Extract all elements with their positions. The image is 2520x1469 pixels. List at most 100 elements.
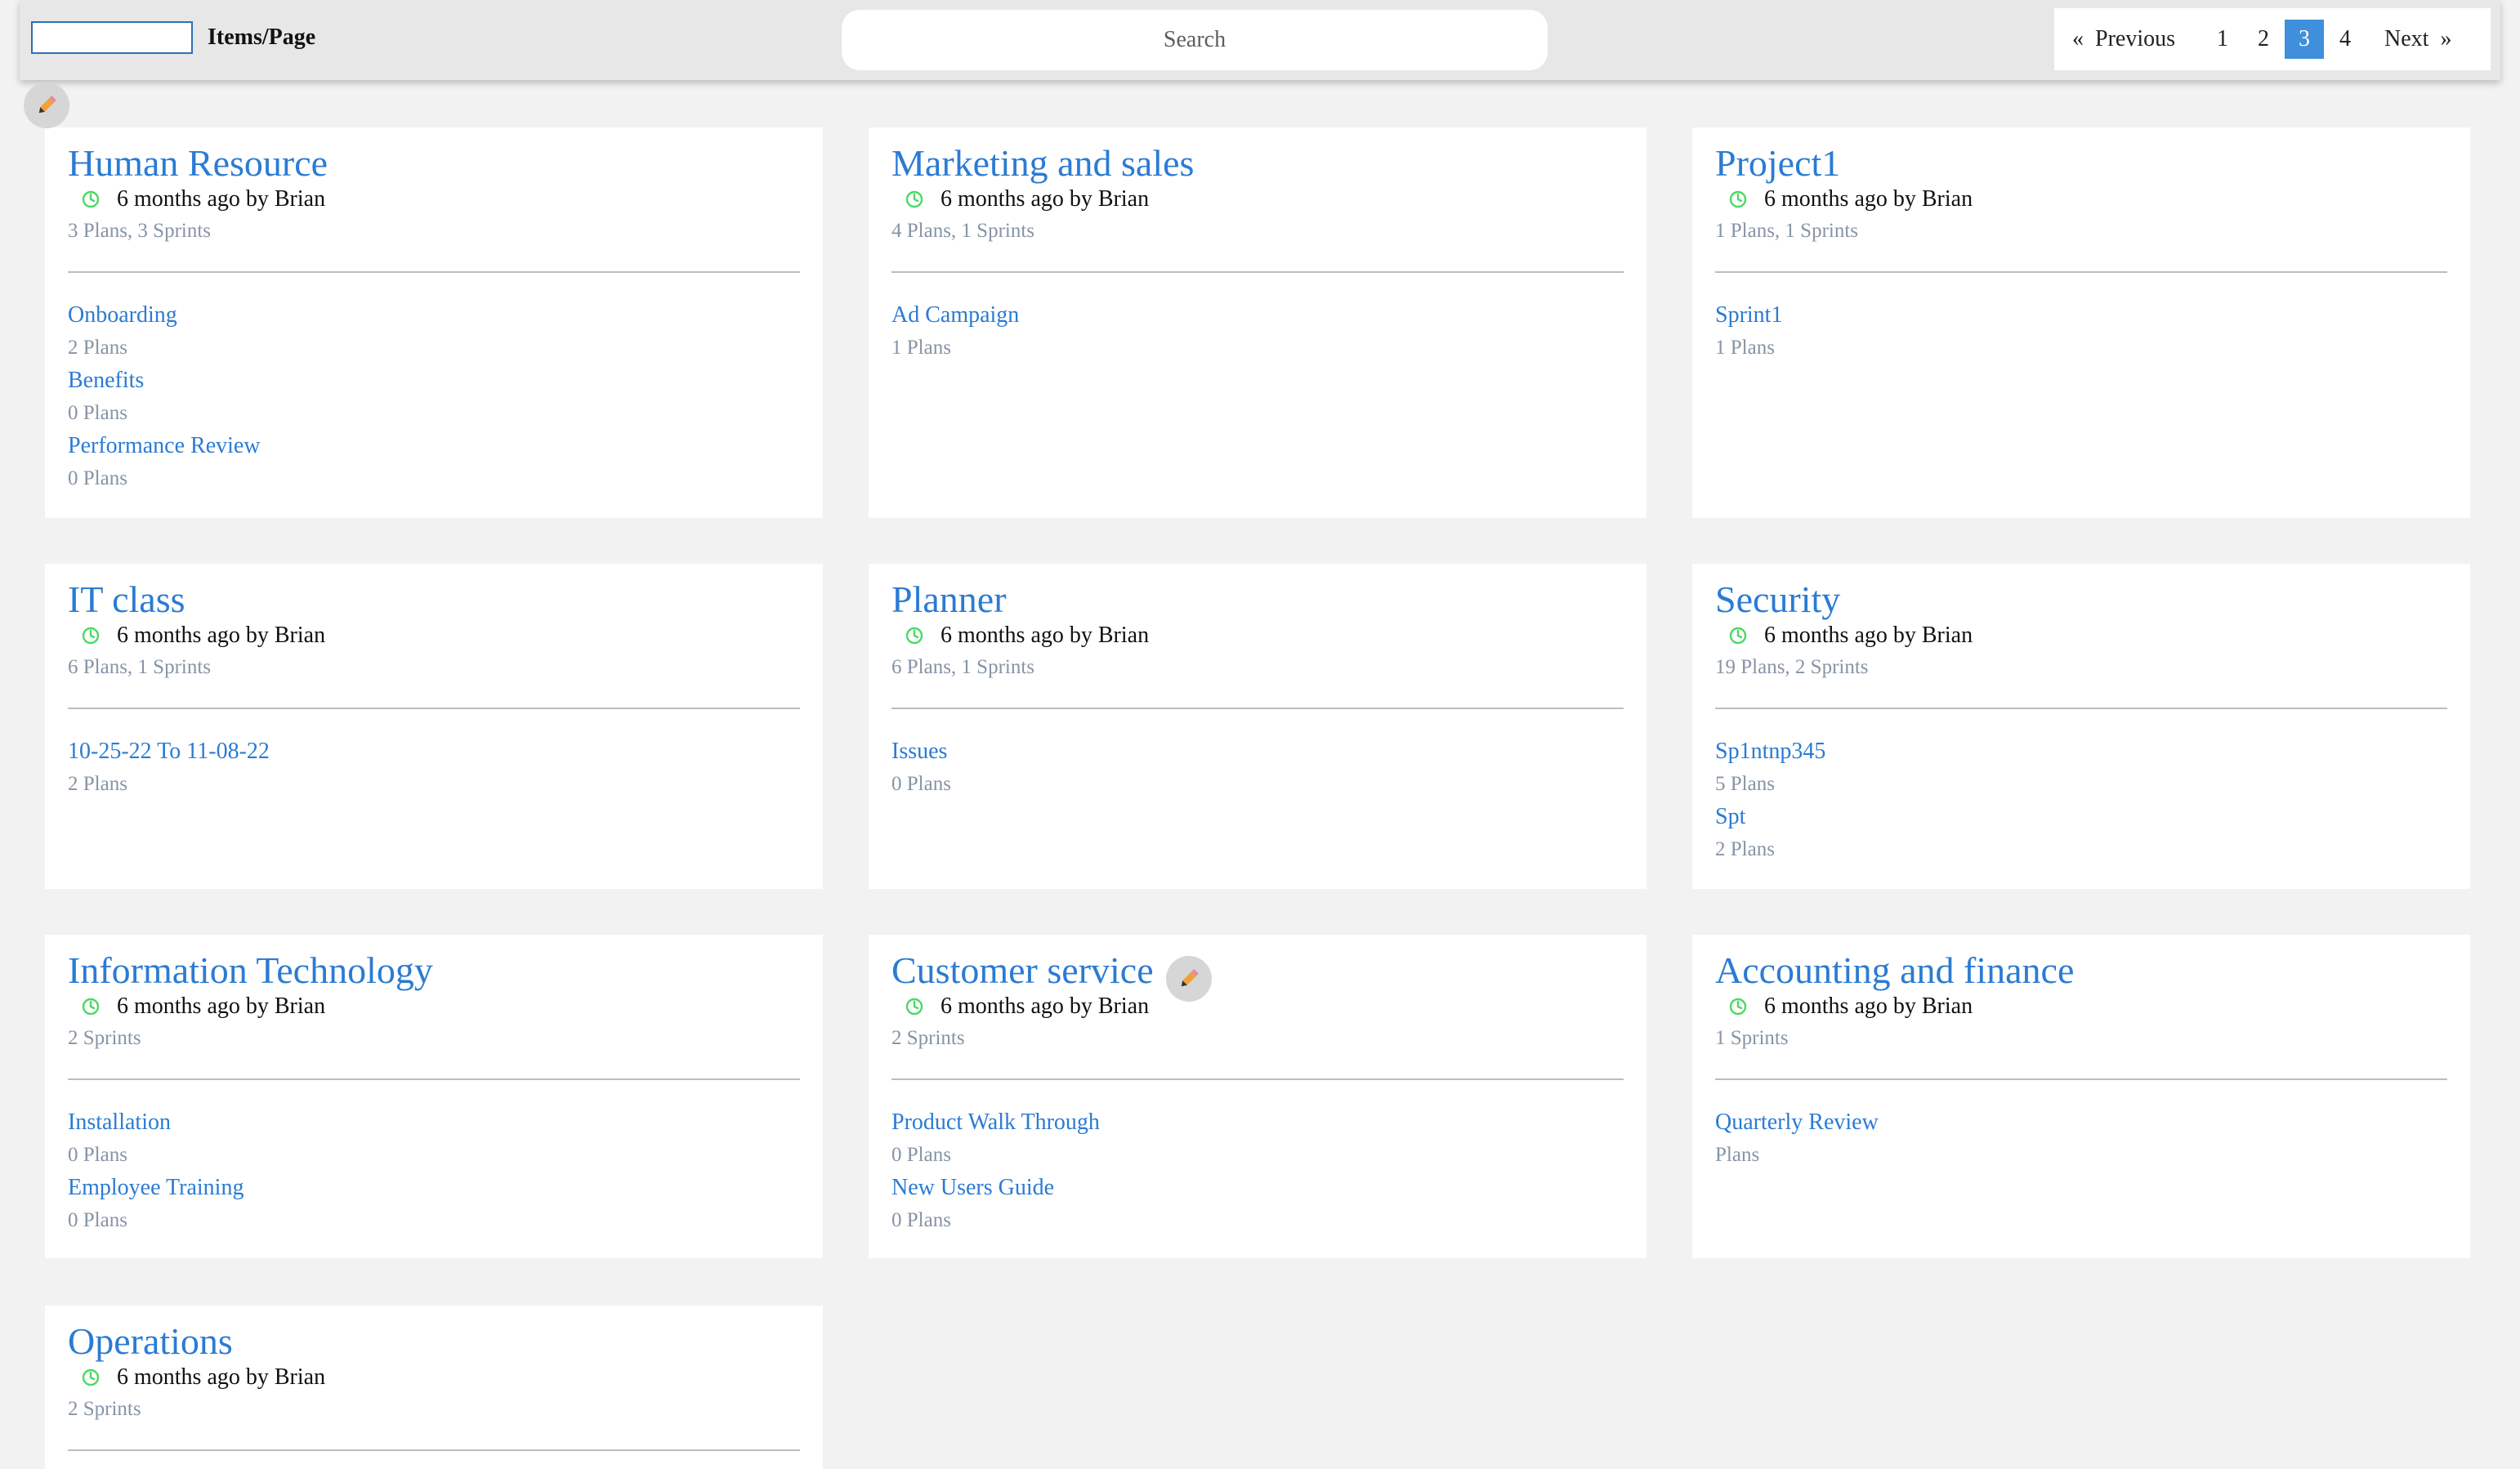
project-card: Marketing and sales 6 months ago by Bria… bbox=[869, 127, 1646, 518]
card-divider bbox=[68, 708, 800, 709]
card-title[interactable]: IT class bbox=[68, 578, 800, 621]
card-title[interactable]: Operations bbox=[68, 1320, 800, 1363]
card-item-link[interactable]: Installation bbox=[68, 1106, 800, 1139]
card-summary: 6 Plans, 1 Sprints bbox=[68, 656, 212, 678]
card-item-link[interactable]: Sp1ntnp345 bbox=[1715, 735, 2447, 768]
card-item-plans: 0 Plans bbox=[68, 1144, 127, 1166]
previous-label: Previous bbox=[2095, 26, 2175, 51]
card-item-plans: 2 Plans bbox=[68, 337, 127, 359]
card-item-plans: 0 Plans bbox=[891, 1209, 951, 1231]
card-meta-text: 6 months ago by Brian bbox=[117, 993, 326, 1019]
clock-icon bbox=[82, 627, 100, 645]
card-item-plans: 1 Plans bbox=[1715, 337, 1775, 359]
next-page-button[interactable]: Next » bbox=[2384, 26, 2463, 52]
project-card: Planner 6 months ago by Brian 6 Plans, 1… bbox=[869, 564, 1646, 889]
card-items: Installation 0 Plans Employee Training 0 Pl… bbox=[68, 1106, 800, 1237]
card-item-link[interactable]: Onboarding bbox=[68, 299, 800, 332]
card-item-plans: Plans bbox=[1715, 1144, 1760, 1166]
card-divider bbox=[68, 1078, 800, 1080]
pencil-icon[interactable] bbox=[24, 83, 69, 128]
clock-icon bbox=[905, 998, 923, 1016]
card-item-link[interactable]: New Users Guide bbox=[891, 1172, 1624, 1204]
card-title[interactable]: Project1 bbox=[1715, 142, 2447, 185]
card-title[interactable]: Information Technology bbox=[68, 949, 800, 992]
card-item-link[interactable]: Issues bbox=[891, 735, 1624, 768]
card-meta: 6 months ago by Brian bbox=[905, 621, 1624, 650]
card-item-link[interactable]: Benefits bbox=[68, 364, 800, 397]
double-chevron-left-icon: « bbox=[2072, 26, 2084, 51]
card-item-link[interactable]: Product Walk Through bbox=[891, 1106, 1624, 1139]
card-meta-text: 6 months ago by Brian bbox=[117, 623, 326, 648]
pencil-icon[interactable] bbox=[1166, 956, 1212, 1002]
card-divider bbox=[891, 271, 1624, 273]
card-meta: 6 months ago by Brian bbox=[1728, 621, 2447, 650]
card-title[interactable]: Accounting and finance bbox=[1715, 949, 2447, 992]
card-items: Onboarding 2 Plans Benefits 0 Plans Performa… bbox=[68, 299, 800, 495]
card-item-plans: 0 Plans bbox=[891, 1144, 951, 1166]
card-items: 10-25-22 To 11-08-22 2 Plans bbox=[68, 735, 800, 801]
items-per-page-label: Items/Page bbox=[208, 25, 316, 50]
card-meta-text: 6 months ago by Brian bbox=[117, 1364, 326, 1390]
card-meta: 6 months ago by Brian bbox=[81, 1363, 800, 1392]
card-item-link[interactable]: Spt bbox=[1715, 801, 2447, 833]
card-item-link[interactable]: Quarterly Review bbox=[1715, 1106, 2447, 1139]
page-3-button[interactable]: 3 bbox=[2285, 20, 2324, 59]
card-items: Sp1ntnp345 5 Plans Spt 2 Plans bbox=[1715, 735, 2447, 866]
card-item-link[interactable]: Performance Review bbox=[68, 430, 800, 462]
project-card: Human Resource 6 months ago by Brian 3 P… bbox=[45, 127, 823, 518]
card-item-plans: 5 Plans bbox=[1715, 773, 1775, 795]
previous-page-button[interactable]: « Previous bbox=[2072, 26, 2175, 52]
card-summary: 6 Plans, 1 Sprints bbox=[891, 656, 1035, 678]
clock-icon bbox=[1729, 627, 1747, 645]
page-1-button[interactable]: 1 bbox=[2203, 20, 2242, 59]
card-divider bbox=[1715, 271, 2447, 273]
clock-icon bbox=[82, 190, 100, 208]
card-summary: 2 Sprints bbox=[68, 1398, 141, 1420]
clock-icon bbox=[82, 998, 100, 1016]
card-divider bbox=[1715, 1078, 2447, 1080]
card-title[interactable]: Marketing and sales bbox=[891, 142, 1624, 185]
clock-icon bbox=[1729, 998, 1747, 1016]
clock-icon bbox=[82, 1369, 100, 1386]
card-divider bbox=[68, 271, 800, 273]
clock-icon bbox=[905, 627, 923, 645]
card-item-plans: 2 Plans bbox=[68, 773, 127, 795]
card-item-link[interactable]: 10-25-22 To 11-08-22 bbox=[68, 735, 800, 768]
card-items: Quarterly Review Plans bbox=[1715, 1106, 2447, 1172]
search-input[interactable] bbox=[842, 10, 1548, 70]
card-title[interactable]: Customer service bbox=[891, 949, 1624, 992]
card-meta-text: 6 months ago by Brian bbox=[1764, 623, 1973, 648]
project-card: Security 6 months ago by Brian 19 Plans,… bbox=[1692, 564, 2470, 889]
card-item-link[interactable]: Employee Training bbox=[68, 1172, 800, 1204]
page-4-button[interactable]: 4 bbox=[2326, 20, 2365, 59]
double-chevron-right-icon: » bbox=[2440, 26, 2452, 51]
card-meta-text: 6 months ago by Brian bbox=[941, 186, 1150, 212]
card-title[interactable]: Planner bbox=[891, 578, 1624, 621]
card-summary: 3 Plans, 3 Sprints bbox=[68, 220, 212, 242]
card-meta: 6 months ago by Brian bbox=[81, 185, 800, 214]
card-divider bbox=[891, 1078, 1624, 1080]
project-card: Project1 6 months ago by Brian 1 Plans, … bbox=[1692, 127, 2470, 518]
page-2-button[interactable]: 2 bbox=[2244, 20, 2283, 59]
card-meta: 6 months ago by Brian bbox=[1728, 992, 2447, 1021]
card-summary: 1 Sprints bbox=[1715, 1027, 1789, 1049]
card-summary: 4 Plans, 1 Sprints bbox=[891, 220, 1035, 242]
project-card: Customer service 6 months ago by Brian 2… bbox=[869, 935, 1646, 1258]
pagination: « Previous 1 2 3 4 Next » bbox=[2054, 8, 2491, 70]
card-item-link[interactable]: Sprint1 bbox=[1715, 299, 2447, 332]
card-divider bbox=[1715, 708, 2447, 709]
card-item-plans: 1 Plans bbox=[891, 337, 951, 359]
project-card: Operations 6 months ago by Brian 2 Sprin… bbox=[45, 1306, 823, 1469]
clock-icon bbox=[1729, 190, 1747, 208]
card-summary: 2 Sprints bbox=[68, 1027, 141, 1049]
card-title[interactable]: Security bbox=[1715, 578, 2447, 621]
card-items: Ad Campaign 1 Plans bbox=[891, 299, 1624, 364]
card-summary: 19 Plans, 2 Sprints bbox=[1715, 656, 1869, 678]
card-meta: 6 months ago by Brian bbox=[1728, 185, 2447, 214]
card-meta-text: 6 months ago by Brian bbox=[117, 186, 326, 212]
items-per-page-input[interactable] bbox=[31, 21, 193, 54]
card-meta: 6 months ago by Brian bbox=[905, 992, 1624, 1021]
card-title[interactable]: Human Resource bbox=[68, 142, 800, 185]
card-item-link[interactable]: Ad Campaign bbox=[891, 299, 1624, 332]
card-divider bbox=[68, 1449, 800, 1451]
